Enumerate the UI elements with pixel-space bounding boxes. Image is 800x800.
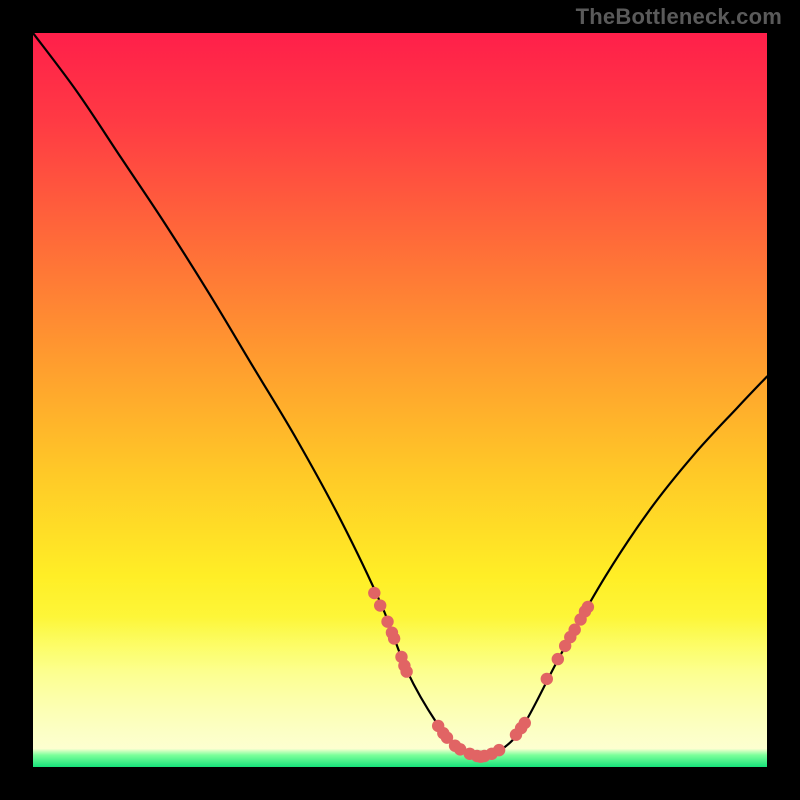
watermark-text: TheBottleneck.com [576, 4, 782, 30]
curve-marker [381, 615, 393, 627]
curve-marker [493, 744, 505, 756]
curve-marker [552, 653, 564, 665]
curve-marker [388, 632, 400, 644]
curve-marker [541, 673, 553, 685]
curve-marker [400, 665, 412, 677]
plot-area [33, 33, 767, 767]
curve-marker [519, 717, 531, 729]
chart-container: TheBottleneck.com [0, 0, 800, 800]
curve-marker [374, 599, 386, 611]
curve-marker [368, 587, 380, 599]
curve-marker [582, 601, 594, 613]
green-band [33, 749, 767, 767]
chart-svg [33, 33, 767, 767]
